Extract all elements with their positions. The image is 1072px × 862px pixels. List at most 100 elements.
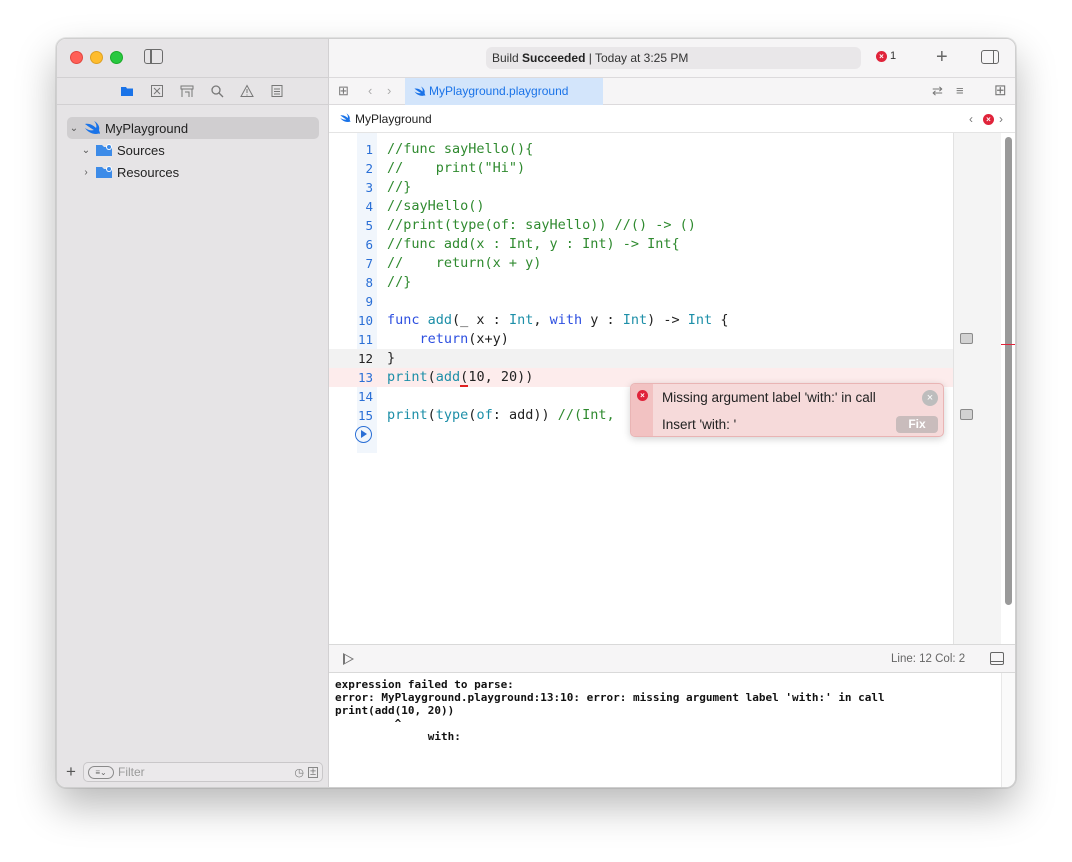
line-number: 10 [357,313,373,328]
cursor-position: Line: 12 Col: 2 [891,653,966,665]
swift-icon [414,86,426,96]
recent-files-icon[interactable]: ◷ [294,766,304,779]
forward-icon[interactable]: › [387,83,391,98]
inspector-toggle-icon[interactable] [981,50,999,64]
code-line[interactable]: 7 // return(x + y) [329,254,953,273]
console-scrollbar[interactable] [1001,673,1015,787]
quick-look-icon[interactable] [960,409,973,420]
issue-error-icon[interactable]: × [983,114,994,125]
project-tree: ⌄ MyPlayground ⌄ Sources › Resources [67,117,319,183]
error-count-badge[interactable]: × 1 [876,50,896,62]
close-window-button[interactable] [70,51,83,64]
code-text: //print(type(of: sayHello)) //() -> () [387,217,696,233]
back-icon[interactable]: ‹ [368,83,372,98]
source-editor[interactable]: 1 //func sayHello(){2 // print("Hi") 3 //} 4 /… [329,133,953,644]
code-text: return(x+y) [419,331,509,347]
issue-navigator-icon[interactable] [240,84,254,98]
find-navigator-icon[interactable] [210,84,224,98]
source-control-icon[interactable] [150,84,164,98]
library-plus-button[interactable]: + [936,46,948,69]
code-line[interactable]: 5 //print(type(of: sayHello)) //() -> () [329,216,953,235]
line-number: 9 [365,294,373,309]
symbol-navigator-icon[interactable] [180,84,194,98]
report-navigator-icon[interactable] [270,84,284,98]
code-text: //} [387,274,412,290]
error-icon: × [637,390,648,401]
code-line[interactable]: 9 [329,292,953,311]
code-line[interactable]: 10 func add(_ x : Int, with y : Int) -> I… [329,311,953,330]
source-control-filter-icon[interactable]: ± [307,766,318,778]
results-sidebar [953,133,1001,644]
console-line: error: MyPlayground.playground:13:10: er… [335,691,885,704]
chevron-down-icon[interactable]: ⌄ [79,145,93,156]
code-line[interactable]: 4 //sayHello() [329,197,953,216]
project-navigator-icon[interactable] [120,84,134,98]
dismiss-popup-button[interactable]: × [922,390,938,406]
debug-console[interactable]: expression failed to parse: error: MyPlay… [329,673,1001,787]
jump-bar[interactable]: MyPlayground ‹ × › [329,105,1015,133]
sidebar-toggle-icon[interactable] [144,49,163,64]
filter-field[interactable]: ≡⌄ Filter ◷ ± [83,762,323,782]
line-number: 7 [365,256,373,271]
add-file-button[interactable]: + [63,762,79,782]
xcode-window: ⌄ MyPlayground ⌄ Sources › Resources + ≡… [56,38,1016,788]
tree-item-myplayground[interactable]: ⌄ MyPlayground [67,117,319,139]
swift-icon [340,113,351,122]
line-number: 12 [357,351,373,366]
line-number: 11 [357,332,373,347]
status-result: Succeeded [522,51,586,65]
quick-look-icon[interactable] [960,333,973,344]
related-items-icon[interactable]: ⊞ [338,83,349,99]
tab-bar: ⊞ ‹ › MyPlayground.playground ⇄ ≡ ⊞ [329,77,1015,105]
chevron-right-icon[interactable]: › [79,167,93,178]
swift-icon [85,121,100,134]
activity-status: Build Succeeded | Today at 3:25 PM [486,47,861,69]
console-line: ^ [335,717,402,730]
tree-item-label: Sources [117,142,165,158]
code-review-icon[interactable]: ⇄ [932,83,943,99]
code-text: // return(x + y) [387,255,542,271]
tab-label: MyPlayground.playground [429,84,569,98]
editor-scrollbar[interactable] [1005,137,1012,605]
run-playground-icon[interactable] [355,426,372,443]
tab-myplayground[interactable]: MyPlayground.playground [405,78,603,105]
chevron-down-icon[interactable]: ⌄ [67,123,81,134]
line-number: 13 [357,370,373,385]
zoom-window-button[interactable] [110,51,123,64]
filter-options-icon[interactable]: ≡⌄ [88,765,114,779]
code-text: print(type(of: add)) //(Int, [387,407,615,423]
navigator-sidebar: ⌄ MyPlayground ⌄ Sources › Resources + ≡… [57,39,329,787]
line-number: 6 [365,237,373,252]
line-number: 14 [357,389,373,404]
minimize-window-button[interactable] [90,51,103,64]
error-scroll-marker [1001,344,1015,345]
code-line[interactable]: 11 return(x+y) [329,330,953,349]
code-line[interactable]: 2 // print("Hi") [329,159,953,178]
console-toggle-icon[interactable] [990,652,1004,665]
code-text: print(add(10, 20)) [387,369,534,387]
fix-button[interactable]: Fix [896,416,938,433]
console-line: print(add(10, 20)) [335,704,455,717]
folder-icon [96,166,112,178]
add-editor-icon[interactable]: ⊞ [994,81,1007,99]
editor-options-icon[interactable]: ≡ [956,83,964,98]
code-text: //} [387,179,412,195]
status-time: | Today at 3:25 PM [585,51,689,65]
line-number: 4 [365,199,373,214]
tree-item-resources[interactable]: › Resources [67,161,319,183]
next-issue-icon[interactable]: › [999,105,1003,133]
code-line[interactable]: 12} [329,349,953,368]
code-text: //sayHello() [387,198,485,214]
code-line[interactable]: 3 //} [329,178,953,197]
run-icon[interactable] [343,653,354,665]
code-line[interactable]: 1 //func sayHello(){ [329,140,953,159]
line-number: 5 [365,218,373,233]
code-line[interactable]: 8 //} [329,273,953,292]
tree-item-sources[interactable]: ⌄ Sources [67,139,319,161]
line-number: 2 [365,161,373,176]
previous-issue-icon[interactable]: ‹ [969,105,973,133]
error-count: 1 [890,50,897,62]
code-text: } [387,350,396,366]
code-line[interactable]: 6 //func add(x : Int, y : Int) -> Int{ [329,235,953,254]
console-line: expression failed to parse: [335,678,514,691]
